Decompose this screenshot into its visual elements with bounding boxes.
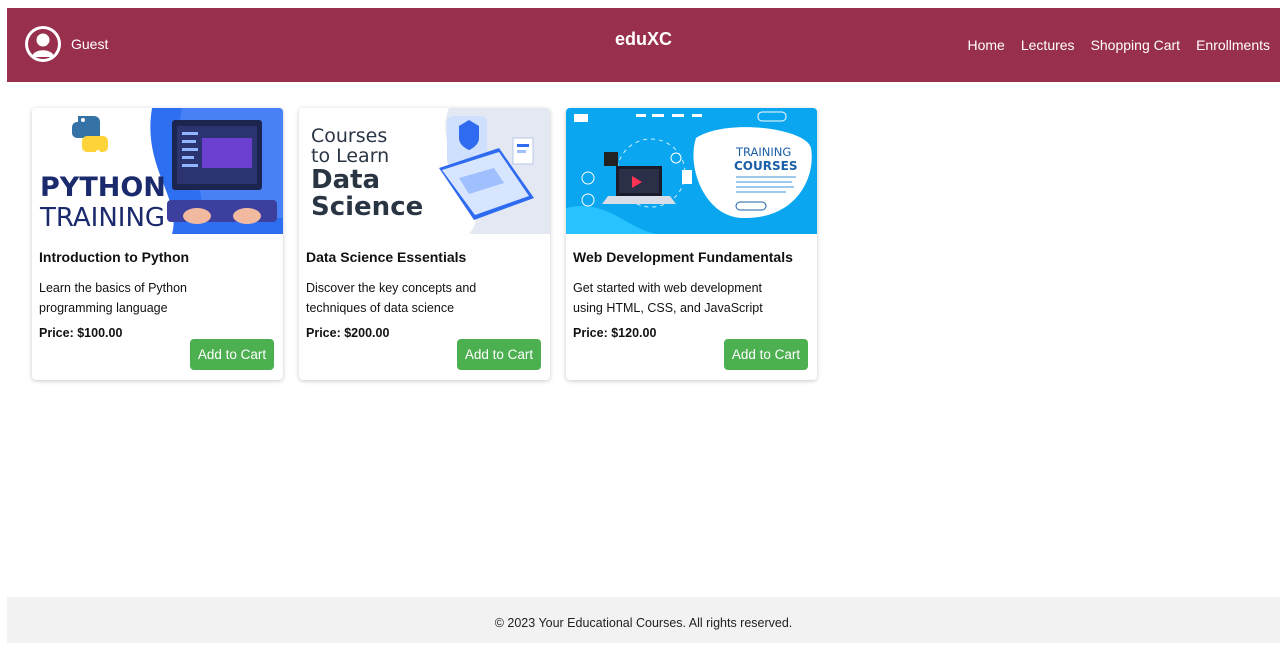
course-list: PYTHON TRAINING Introduction to Python L… bbox=[32, 108, 817, 380]
course-price: Price: $200.00 bbox=[306, 326, 390, 340]
course-title: Web Development Fundamentals bbox=[573, 249, 793, 265]
footer-copyright: © 2023 Your Educational Courses. All rig… bbox=[494, 616, 793, 630]
nav-home[interactable]: Home bbox=[968, 37, 1005, 53]
data-science-course-image[interactable]: Courses to Learn Data Science bbox=[299, 108, 550, 234]
course-price: Price: $100.00 bbox=[39, 326, 123, 340]
user-name: Guest bbox=[71, 36, 109, 52]
course-card: Courses to Learn Data Science Data Scien… bbox=[299, 108, 550, 380]
course-card: TRAINING COURSES Web Development Fundame… bbox=[566, 108, 817, 380]
add-to-cart-button[interactable]: Add to Cart bbox=[457, 339, 541, 370]
course-description: Get started with web development using H… bbox=[573, 281, 763, 315]
web-thumb-line2: COURSES bbox=[734, 159, 797, 173]
main-nav: Home Lectures Shopping Cart Enrollments bbox=[968, 37, 1271, 53]
python-course-image[interactable]: PYTHON TRAINING bbox=[32, 108, 283, 234]
nav-lectures[interactable]: Lectures bbox=[1021, 37, 1075, 53]
nav-enrollments[interactable]: Enrollments bbox=[1196, 37, 1270, 53]
user-menu[interactable]: Guest bbox=[25, 26, 108, 62]
course-price: Price: $120.00 bbox=[573, 326, 657, 340]
top-navbar: Guest eduXC Home Lectures Shopping Cart … bbox=[7, 8, 1280, 82]
ds-thumb-line3: Data bbox=[311, 165, 380, 195]
course-description: Learn the basics of Python programming l… bbox=[39, 281, 188, 315]
add-to-cart-button[interactable]: Add to Cart bbox=[724, 339, 808, 370]
brand-logo-text[interactable]: eduXC bbox=[615, 29, 672, 49]
course-title: Data Science Essentials bbox=[306, 249, 467, 265]
ds-thumb-line2: to Learn bbox=[311, 145, 389, 167]
course-description: Discover the key concepts and techniques… bbox=[306, 281, 477, 315]
python-thumb-subtitle: TRAINING bbox=[39, 203, 165, 233]
python-thumb-title: PYTHON bbox=[40, 172, 166, 203]
nav-shopping-cart[interactable]: Shopping Cart bbox=[1091, 37, 1181, 53]
course-card: PYTHON TRAINING Introduction to Python L… bbox=[32, 108, 283, 380]
add-to-cart-button[interactable]: Add to Cart bbox=[190, 339, 274, 370]
web-dev-course-image[interactable]: TRAINING COURSES bbox=[566, 108, 817, 234]
web-thumb-line1: TRAINING bbox=[735, 145, 791, 159]
ds-thumb-line4: Science bbox=[311, 192, 423, 222]
user-avatar-icon[interactable] bbox=[25, 26, 61, 62]
footer: © 2023 Your Educational Courses. All rig… bbox=[7, 597, 1280, 643]
course-title: Introduction to Python bbox=[39, 249, 190, 265]
ds-thumb-line1: Courses bbox=[311, 125, 387, 147]
